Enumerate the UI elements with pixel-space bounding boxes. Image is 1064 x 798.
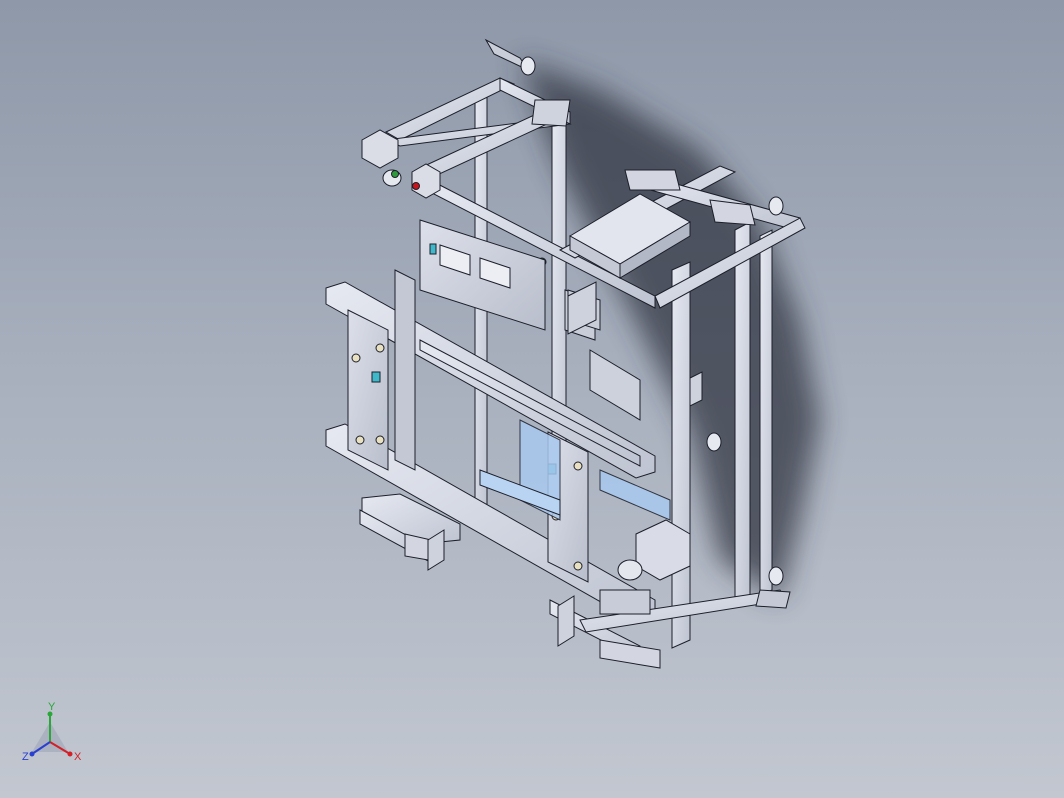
coordinate-triad-icon[interactable]: Y X Z	[18, 700, 90, 772]
graphics-viewport[interactable]: Y X Z	[0, 0, 1064, 798]
triad-y-label: Y	[48, 701, 56, 713]
cad-assembly-model[interactable]	[0, 0, 1064, 798]
triad-z-label: Z	[22, 751, 29, 763]
triad-x-label: X	[74, 751, 82, 763]
triad-x-end	[67, 751, 73, 757]
triad-z-end	[29, 751, 35, 757]
